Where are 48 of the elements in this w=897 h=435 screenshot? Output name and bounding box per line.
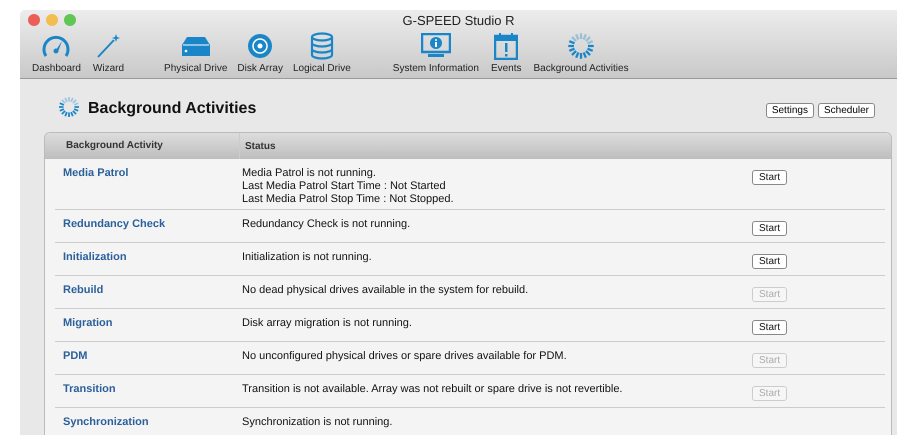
status-text: Transition is not available. Array was not rebuilt or spare drive is not revertible. — [242, 383, 624, 395]
activity-name: Redundancy Check — [62, 218, 166, 232]
status-text: Disk array migration is not running. — [242, 317, 413, 329]
page-title: Background Activities — [88, 100, 258, 118]
status-text: No dead physical drives available in the system for rebuild. — [242, 284, 530, 296]
status-text: Last Media Patrol Stop Time : Not Stopped. — [242, 193, 455, 205]
start-button[interactable]: Start — [752, 320, 788, 335]
column-header: Background Activity — [45, 133, 240, 159]
toolbar-button[interactable]: Physical Drive — [162, 31, 230, 74]
toolbar-button[interactable]: Disk Array — [235, 31, 285, 74]
monitor-info-icon — [420, 33, 451, 59]
database-icon — [310, 32, 334, 60]
status-text: Redundancy Check is not running. — [242, 218, 412, 230]
spinner-icon — [567, 32, 596, 60]
activity-name: Migration — [62, 317, 114, 331]
spinner-icon — [58, 96, 80, 118]
close-button[interactable] — [28, 14, 40, 26]
start-button[interactable]: Start — [752, 170, 788, 185]
minimize-button[interactable] — [46, 14, 58, 26]
calendar-alert-icon — [494, 32, 518, 60]
toolbar-button[interactable]: Logical Drive — [290, 31, 353, 74]
activity-name: Synchronization — [62, 416, 150, 430]
wand-icon — [95, 33, 122, 59]
toolbar-button[interactable]: Dashboard — [30, 31, 83, 74]
gauge-icon — [41, 33, 72, 59]
status-text: Last Media Patrol Start Time : Not Started — [242, 180, 447, 192]
toolbar-button[interactable]: Background Activities — [532, 31, 631, 74]
drive-icon — [180, 35, 211, 57]
activity-name: Initialization — [62, 251, 128, 265]
activity-name: Media Patrol — [62, 167, 130, 181]
disc-icon — [247, 33, 274, 59]
column-header: Status — [244, 140, 276, 152]
activity-name: PDM — [62, 350, 88, 364]
start-button[interactable]: Start — [752, 221, 788, 236]
status-text: Initialization is not running. — [242, 251, 373, 263]
header-button[interactable]: Settings — [766, 103, 814, 118]
window-title: G-SPEED Studio R — [402, 12, 514, 30]
toolbar-button[interactable]: System Information — [390, 31, 481, 74]
start-button[interactable]: Start — [752, 254, 788, 269]
status-text: Synchronization is not running. — [242, 416, 394, 428]
status-text: No unconfigured physical drives or spare drives available for PDM. — [242, 350, 568, 362]
activity-name: Transition — [62, 383, 117, 397]
toolbar-button[interactable]: Wizard — [90, 31, 126, 74]
activity-name: Rebuild — [62, 284, 104, 298]
zoom-button[interactable] — [64, 14, 76, 26]
status-text: Media Patrol is not running. — [242, 167, 377, 179]
header-button[interactable]: Scheduler — [818, 103, 875, 118]
toolbar-button[interactable]: Events — [488, 31, 524, 74]
